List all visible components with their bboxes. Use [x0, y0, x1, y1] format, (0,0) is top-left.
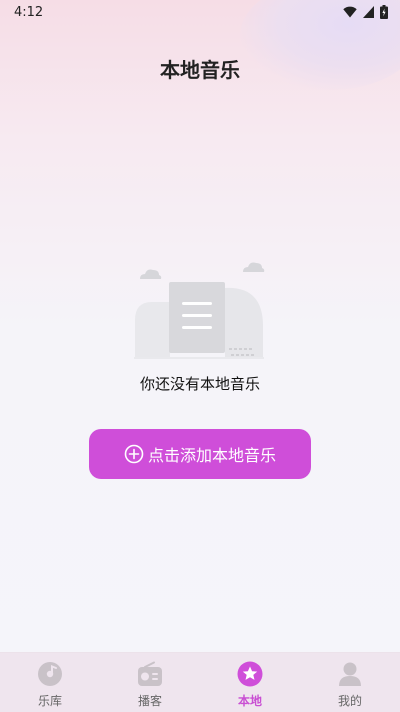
tab-podcast[interactable]: 播客: [100, 653, 200, 712]
tab-label: 本地: [237, 694, 262, 708]
add-button-label: 点击添加本地音乐: [147, 446, 276, 465]
empty-state-message: 你还没有本地音乐: [139, 375, 260, 393]
plus-circle-icon: [124, 444, 144, 464]
status-icons: [343, 5, 388, 19]
person-icon: [339, 662, 361, 686]
wifi-icon: [343, 6, 357, 18]
add-local-music-button[interactable]: 点击添加本地音乐: [89, 429, 311, 479]
empty-library-illustration: [134, 262, 265, 359]
star-icon: [237, 661, 263, 687]
tab-label: 我的: [337, 694, 362, 708]
tab-label: 播客: [137, 694, 162, 708]
status-time: 4:12: [14, 4, 44, 20]
radio-icon: [138, 661, 162, 686]
battery-icon: [380, 5, 388, 19]
signal-icon: [363, 6, 374, 18]
tab-label: 乐库: [37, 694, 62, 708]
page-title: 本地音乐: [160, 58, 240, 82]
status-bar: 4:12: [0, 0, 400, 24]
tab-local[interactable]: 本地: [200, 653, 300, 712]
tab-library[interactable]: 乐库: [0, 653, 100, 712]
music-disc-icon: [38, 662, 62, 686]
bottom-tab-bar: 乐库 播客 本地 我的: [0, 652, 400, 712]
tab-mine[interactable]: 我的: [300, 653, 400, 712]
